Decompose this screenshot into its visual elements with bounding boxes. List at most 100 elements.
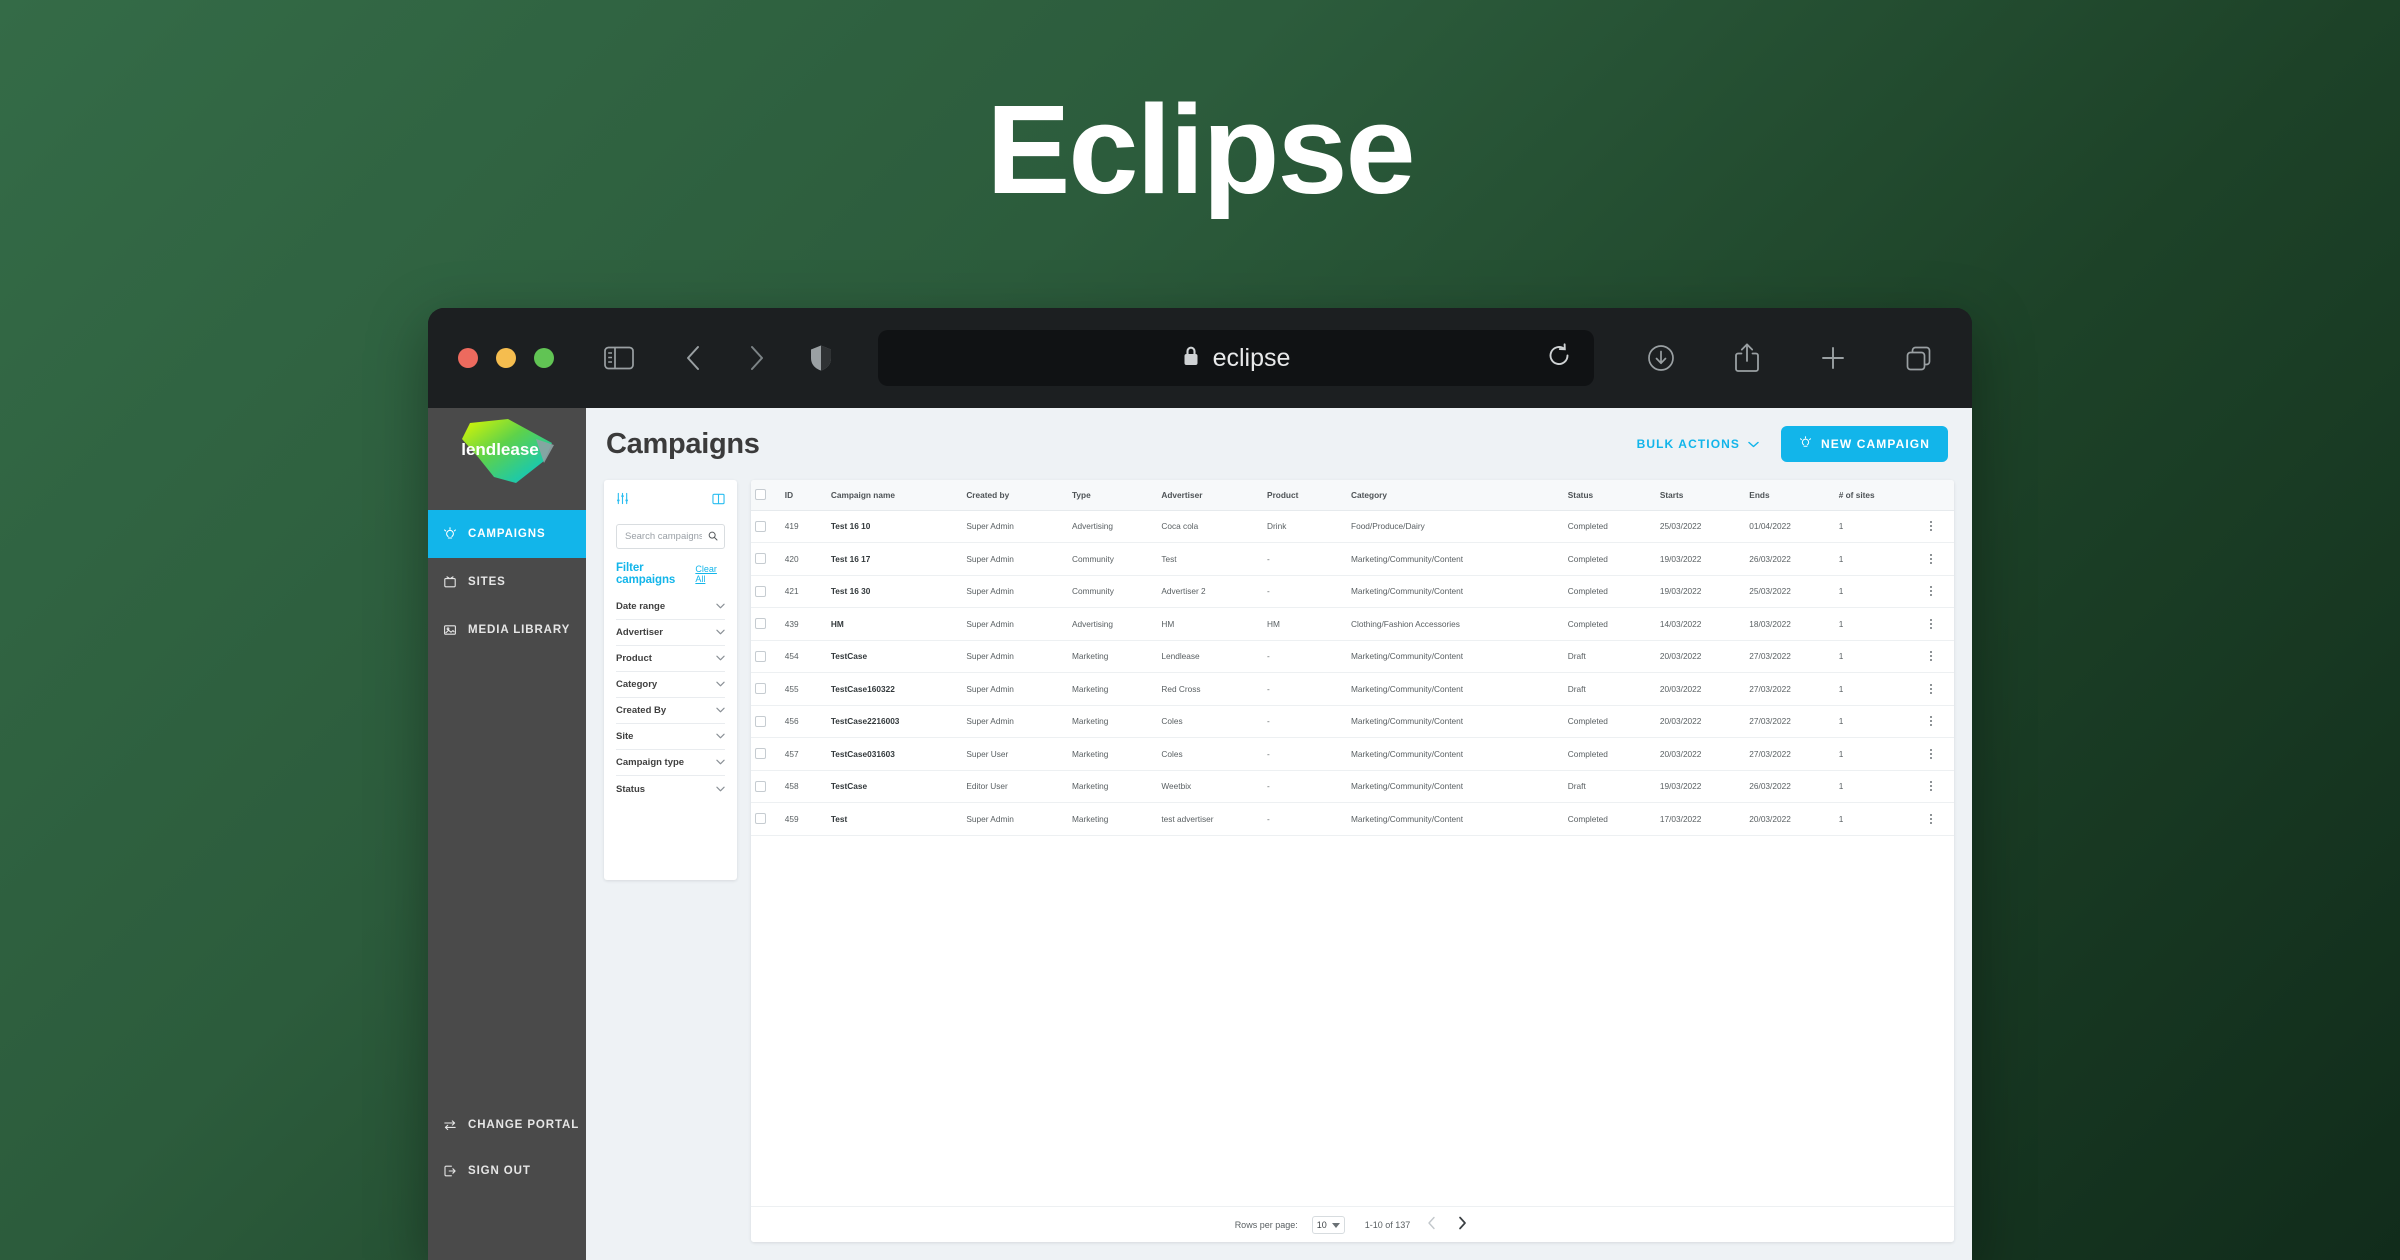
previous-page-button[interactable] [1424, 1216, 1440, 1233]
panel-layout-icon[interactable] [712, 492, 725, 510]
minimize-window-button[interactable] [496, 348, 516, 368]
cell-created-by: Super User [962, 737, 1068, 771]
forward-chevron-icon[interactable] [734, 335, 780, 381]
sidebar-item-sign-out[interactable]: SIGN OUT [428, 1148, 586, 1194]
row-actions-menu-icon[interactable] [1912, 553, 1950, 564]
row-actions-menu-icon[interactable] [1912, 716, 1950, 727]
maximize-window-button[interactable] [534, 348, 554, 368]
column-header-type[interactable]: Type [1067, 480, 1158, 511]
table-row[interactable]: 455 TestCase160322 Super Admin Marketing Red… [751, 672, 1954, 706]
sidebar-item-change-portal[interactable]: CHANGE PORTAL [428, 1102, 586, 1148]
column-header-campaign-name[interactable]: Campaign name [826, 480, 963, 511]
cell-advertiser: Red Cross [1157, 672, 1264, 706]
row-actions-menu-icon[interactable] [1912, 781, 1950, 792]
cell-campaign-name: HM [826, 607, 963, 641]
sidebar-item-sites[interactable]: SITES [428, 558, 586, 606]
chevron-down-icon [716, 679, 725, 690]
filter-group-label: Product [616, 653, 652, 664]
bulk-actions-label: BULK ACTIONS [1636, 437, 1741, 451]
cell-advertiser: Weetbix [1157, 770, 1264, 803]
filter-group-advertiser[interactable]: Advertiser [616, 620, 725, 646]
share-icon[interactable] [1724, 335, 1770, 381]
column-header-created-by[interactable]: Created by [962, 480, 1068, 511]
row-actions-menu-icon[interactable] [1912, 586, 1950, 597]
column-header-starts[interactable]: Starts [1655, 480, 1746, 511]
row-checkbox[interactable] [755, 585, 766, 597]
table-row[interactable]: 421 Test 16 30 Super Admin Community Adverti… [751, 575, 1954, 608]
reload-icon[interactable] [1546, 343, 1572, 374]
row-checkbox[interactable] [755, 553, 766, 565]
back-chevron-icon[interactable] [670, 335, 716, 381]
filter-group-category[interactable]: Category [616, 672, 725, 698]
cell-sites: 1 [1834, 672, 1908, 706]
filter-group-site[interactable]: Site [616, 724, 725, 750]
page-header: Campaigns BULK ACTIONS NEW CAMPAIGN [604, 408, 1954, 480]
filter-group-status[interactable]: Status [616, 776, 725, 802]
column-header-ends[interactable]: Ends [1745, 480, 1835, 511]
close-window-button[interactable] [458, 348, 478, 368]
table-row[interactable]: 458 TestCase Editor User Marketing Weetbix - M… [751, 770, 1954, 803]
next-page-button[interactable] [1454, 1216, 1470, 1233]
shield-icon[interactable] [798, 335, 844, 381]
search-campaigns-field[interactable] [616, 524, 725, 549]
filter-group-label: Advertiser [616, 627, 663, 638]
cell-category: Clothing/Fashion Accessories [1347, 607, 1564, 641]
filter-group-campaign-type[interactable]: Campaign type [616, 750, 725, 776]
row-actions-menu-icon[interactable] [1912, 651, 1950, 662]
row-checkbox[interactable] [755, 715, 766, 727]
new-campaign-button[interactable]: NEW CAMPAIGN [1781, 426, 1948, 462]
table-row[interactable]: 419 Test 16 10 Super Admin Advertising Coca … [751, 510, 1954, 543]
sidebar-item-media-library[interactable]: MEDIA LIBRARY [428, 606, 586, 654]
sidebar-item-campaigns[interactable]: CAMPAIGNS [428, 510, 586, 558]
row-checkbox[interactable] [755, 520, 766, 532]
cell-id: 421 [780, 575, 827, 608]
table-row[interactable]: 456 TestCase2216003 Super Admin Marketing Co… [751, 705, 1954, 738]
tab-overview-icon[interactable] [1896, 335, 1942, 381]
new-campaign-label: NEW CAMPAIGN [1821, 437, 1930, 451]
table-empty-space [751, 835, 1954, 1206]
cell-product: - [1263, 770, 1348, 803]
clear-all-filters-link[interactable]: Clear All [695, 564, 725, 584]
row-checkbox[interactable] [755, 683, 766, 695]
table-row[interactable]: 457 TestCase031603 Super User Marketing Cole… [751, 737, 1954, 771]
row-checkbox[interactable] [755, 813, 766, 825]
row-actions-menu-icon[interactable] [1912, 683, 1950, 694]
sidebar-toggle-icon[interactable] [596, 335, 642, 381]
download-icon[interactable] [1638, 335, 1684, 381]
row-actions-menu-icon[interactable] [1912, 748, 1950, 759]
plus-icon[interactable] [1810, 335, 1856, 381]
row-checkbox[interactable] [755, 650, 766, 662]
filter-group-date-range[interactable]: Date range [616, 594, 725, 620]
column-header-category[interactable]: Category [1347, 480, 1564, 511]
row-actions-menu-icon[interactable] [1912, 521, 1950, 532]
table-row[interactable]: 439 HM Super Admin Advertising HM HM Clothing/… [751, 607, 1954, 641]
row-checkbox[interactable] [755, 780, 766, 792]
rows-per-page-label: Rows per page: [1234, 1219, 1298, 1230]
row-actions-cell [1907, 802, 1954, 836]
svg-text:lendlease: lendlease [461, 440, 539, 459]
sidebar-bottom-nav: CHANGE PORTAL SIGN OUT [428, 1102, 586, 1194]
row-actions-menu-icon[interactable] [1912, 618, 1950, 629]
browser-actions [1638, 335, 1942, 381]
row-checkbox[interactable] [755, 748, 766, 760]
row-checkbox[interactable] [755, 618, 766, 630]
cell-sites: 1 [1834, 802, 1908, 836]
table-row[interactable]: 420 Test 16 17 Super Admin Community Test - Ma… [751, 542, 1954, 576]
cell-status: Completed [1563, 802, 1656, 836]
table-row[interactable]: 459 Test Super Admin Marketing test advertis… [751, 802, 1954, 836]
select-all-checkbox[interactable] [755, 489, 766, 501]
column-header-sites[interactable]: # of sites [1834, 480, 1908, 511]
column-header-advertiser[interactable]: Advertiser [1157, 480, 1264, 511]
table-row[interactable]: 454 TestCase Super Admin Marketing Lendlease… [751, 640, 1954, 673]
rows-per-page-select[interactable]: 10 [1311, 1215, 1345, 1234]
column-header-status[interactable]: Status [1563, 480, 1656, 511]
bulk-actions-dropdown[interactable]: BULK ACTIONS [1637, 437, 1759, 451]
column-header-id[interactable]: ID [780, 480, 827, 511]
address-bar[interactable]: eclipse [878, 330, 1594, 386]
cell-status: Completed [1563, 705, 1656, 738]
filter-group-product[interactable]: Product [616, 646, 725, 672]
filter-group-created-by[interactable]: Created By [616, 698, 725, 724]
filter-sliders-icon[interactable] [616, 492, 629, 510]
row-actions-menu-icon[interactable] [1912, 813, 1950, 824]
column-header-product[interactable]: Product [1263, 480, 1348, 511]
